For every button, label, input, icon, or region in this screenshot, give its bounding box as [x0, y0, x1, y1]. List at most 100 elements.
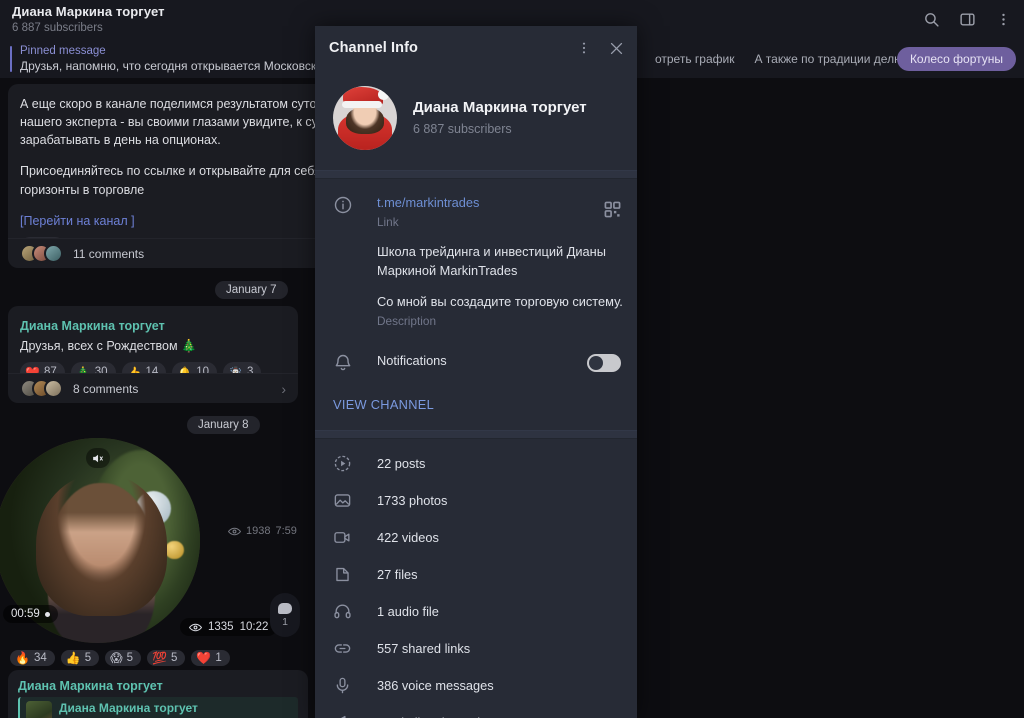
panel-title: Channel Info	[329, 40, 418, 56]
link-text-column: t.me/markintrades Link	[377, 194, 623, 231]
video-time: 10:22	[239, 621, 269, 633]
view-channel-button[interactable]: VIEW CHANNEL	[315, 387, 637, 426]
telegram-window: Диана Маркина торгует 6 887 subscribers	[0, 0, 1024, 718]
wheel-of-fortune-badge[interactable]: Колесо фортуны	[896, 47, 1016, 71]
date-divider-jan7: January 7	[215, 281, 288, 299]
comments-bar[interactable]: 8 comments ›	[8, 373, 298, 403]
reaction-emoji: 😱	[110, 651, 123, 665]
reaction-emoji: 💯	[152, 651, 167, 665]
comments-count-label: 8 comments	[73, 381, 139, 396]
video-meta-badge: 1335 10:22	[180, 618, 278, 636]
unwatched-dot	[44, 611, 50, 617]
channel-link[interactable]: t.me/markintrades	[377, 194, 623, 212]
channel-profile[interactable]: Диана Маркина торгует 6 887 subscribers	[315, 70, 637, 170]
mute-icon[interactable]	[85, 448, 110, 468]
media-item-voice[interactable]: 386 voice messages	[315, 667, 637, 704]
media-item-audio[interactable]: 1 audio file	[315, 593, 637, 630]
media-item-posts[interactable]: 22 posts	[315, 445, 637, 482]
panel-more-menu-icon[interactable]	[573, 37, 595, 59]
media-label: 1 audio file	[377, 604, 439, 620]
views-eye-icon	[189, 623, 202, 631]
reaction-count: 5	[126, 652, 134, 664]
media-label: 22 posts	[377, 456, 426, 472]
round-video-message[interactable]: 00:59	[0, 438, 200, 643]
avatar-hair	[345, 107, 385, 134]
photo-icon	[333, 491, 377, 510]
video-comment-count: 1	[282, 615, 288, 628]
date-divider-jan8: January 8	[187, 416, 260, 434]
reaction-count: 5	[170, 652, 178, 664]
avatar[interactable]	[333, 86, 397, 150]
qr-code-icon[interactable]	[604, 201, 621, 223]
posts-icon	[333, 454, 377, 473]
panel-header-actions	[573, 37, 627, 59]
message-bubble-reply[interactable]: Диана Маркина торгует Диана Маркина торг…	[8, 670, 308, 718]
search-icon[interactable]	[920, 8, 942, 30]
reaction-count: 34	[33, 652, 47, 664]
link-icon	[333, 639, 377, 658]
channel-info-panel: Channel Info Диана Маркина торгует 6 887…	[315, 26, 637, 718]
pinned-fragment-1: отреть график	[654, 52, 735, 66]
toggle-knob	[589, 355, 603, 370]
person-hair	[36, 472, 168, 617]
media-item-similar-channels[interactable]: 91 similar channels	[315, 704, 637, 718]
channel-subscribers: 6 887 subscribers	[413, 122, 512, 137]
notifications-toggle[interactable]	[587, 353, 621, 372]
media-label: 386 voice messages	[377, 678, 494, 694]
reaction-chip[interactable]: ❤️ 1	[191, 650, 230, 666]
media-label: 1733 photos	[377, 493, 448, 509]
ornament	[165, 540, 184, 559]
commenter-avatars	[20, 379, 63, 398]
description-paragraph-1: Школа трейдинга и инвестиций Дианы Марки…	[377, 243, 606, 279]
media-label: 27 files	[377, 567, 418, 583]
santa-hat-pompom	[377, 88, 390, 101]
comments-count-label: 11 comments	[73, 246, 145, 261]
more-menu-icon[interactable]	[992, 8, 1014, 30]
close-icon[interactable]	[605, 37, 627, 59]
reaction-chip[interactable]: 🔥 34	[10, 650, 55, 666]
notifications-row[interactable]: Notifications	[315, 338, 637, 387]
bell-icon	[333, 352, 377, 373]
reply-text-column: Диана Маркина торгует Video message	[59, 701, 198, 718]
pinned-label: Pinned message	[20, 45, 106, 58]
commenter-avatars	[20, 244, 63, 263]
reply-author: Диана Маркина торгует	[59, 701, 198, 715]
media-list: 22 posts 1733 photos 422 videos 27 files…	[315, 439, 637, 718]
link-row[interactable]: t.me/markintrades Link	[315, 185, 637, 240]
message-author: Диана Маркина торгует	[20, 319, 165, 333]
views-eye-icon	[228, 527, 241, 535]
split-view-icon[interactable]	[956, 8, 978, 30]
panel-header: Channel Info	[315, 26, 637, 70]
reaction-chip[interactable]: 💯 5	[147, 650, 186, 666]
message-time: 7:59	[275, 525, 297, 537]
media-item-videos[interactable]: 422 videos	[315, 519, 637, 556]
chat-subscribers: 6 887 subscribers	[12, 21, 103, 34]
channel-info-block: t.me/markintrades Link Школа трейдинга и…	[315, 179, 637, 430]
video-duration: 00:59	[11, 608, 40, 620]
pinned-extra-fragments: отреть график А также по традиции делюсь…	[655, 40, 938, 78]
video-icon	[333, 528, 377, 547]
message-author: Диана Маркина торгует	[18, 679, 163, 693]
voice-icon	[333, 676, 377, 695]
video-comment-button[interactable]: 1	[270, 593, 300, 637]
reaction-count: 5	[84, 652, 92, 664]
toggle-track[interactable]	[587, 353, 621, 372]
reaction-emoji: 🔥	[15, 651, 30, 665]
media-item-files[interactable]: 27 files	[315, 556, 637, 593]
reaction-chip[interactable]: 👍 5	[60, 650, 100, 666]
reply-quote[interactable]: Диана Маркина торгует Video message	[18, 697, 298, 718]
section-divider	[315, 170, 637, 179]
avatar	[44, 244, 63, 263]
description-block[interactable]: Школа трейдинга и инвестиций Дианы Марки…	[315, 240, 637, 339]
pinned-text: Друзья, напомню, что сегодня открывается…	[20, 58, 347, 73]
reaction-emoji: 👍	[65, 651, 81, 665]
reaction-chip[interactable]: 😱 5	[105, 650, 142, 666]
avatar	[44, 379, 63, 398]
chat-header-titles[interactable]: Диана Маркина торгует 6 887 subscribers	[12, 3, 165, 35]
chevron-right-icon[interactable]: ›	[281, 381, 286, 397]
santa-hat-brim	[341, 101, 382, 109]
chat-title: Диана Маркина торгует	[12, 3, 165, 19]
media-item-photos[interactable]: 1733 photos	[315, 482, 637, 519]
audio-icon	[333, 602, 377, 621]
media-item-links[interactable]: 557 shared links	[315, 630, 637, 667]
